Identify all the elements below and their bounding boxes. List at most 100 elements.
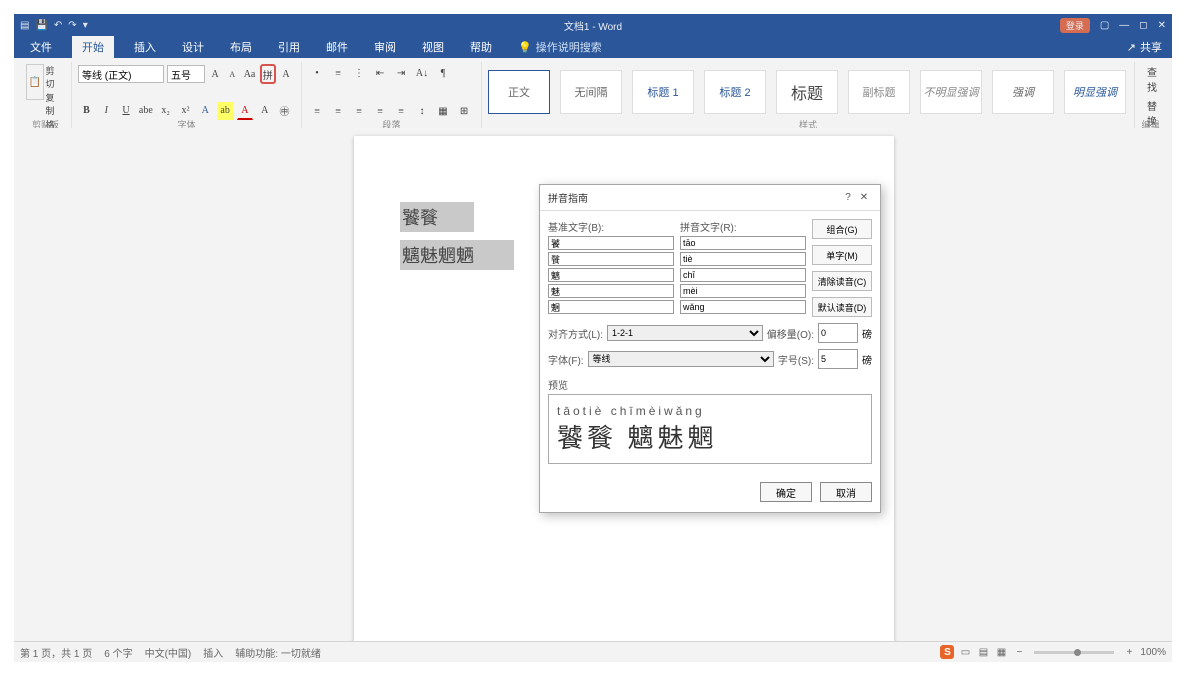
share-button[interactable]: ↗ 共享 xyxy=(1127,39,1162,55)
web-layout-icon[interactable]: ▦ xyxy=(994,645,1008,659)
save-icon[interactable]: 💾 xyxy=(35,20,47,31)
style-title[interactable]: 标题 xyxy=(776,70,838,114)
style-heading1[interactable]: 标题 1 xyxy=(632,70,694,114)
paste-button[interactable]: 📋 xyxy=(26,64,44,100)
tab-references[interactable]: 引用 xyxy=(272,36,306,58)
read-mode-icon[interactable]: ▭ xyxy=(958,645,972,659)
clear-reading-button[interactable]: 清除读音(C) xyxy=(812,271,872,291)
ruby-text-4[interactable] xyxy=(680,300,806,314)
italic-button[interactable]: I xyxy=(98,102,115,120)
tab-review[interactable]: 审阅 xyxy=(368,36,402,58)
increase-indent-button[interactable]: ⇥ xyxy=(392,64,410,82)
style-subtitle[interactable]: 副标题 xyxy=(848,70,910,114)
find-button[interactable]: 查找 xyxy=(1147,64,1158,94)
font-select[interactable]: 等线 xyxy=(588,351,774,367)
style-normal[interactable]: 正文 xyxy=(488,70,550,114)
login-badge[interactable]: 登录 xyxy=(1060,18,1090,33)
close-icon[interactable]: ✕ xyxy=(1158,20,1166,31)
redo-icon[interactable]: ↷ xyxy=(68,20,76,31)
dialog-close-icon[interactable]: ✕ xyxy=(856,192,872,203)
strike-button[interactable]: abe xyxy=(137,102,154,120)
style-heading2[interactable]: 标题 2 xyxy=(704,70,766,114)
zoom-in-icon[interactable]: + xyxy=(1122,645,1136,659)
tab-help[interactable]: 帮助 xyxy=(464,36,498,58)
superscript-button[interactable]: x² xyxy=(177,102,194,120)
decrease-indent-button[interactable]: ⇤ xyxy=(371,64,389,82)
minimize-icon[interactable]: — xyxy=(1119,20,1129,31)
status-language[interactable]: 中文(中国) xyxy=(145,645,192,660)
underline-button[interactable]: U xyxy=(118,102,135,120)
tab-file[interactable]: 文件 xyxy=(24,36,58,58)
align-select[interactable]: 1-2-1 xyxy=(607,325,763,341)
tab-layout[interactable]: 布局 xyxy=(224,36,258,58)
undo-icon[interactable]: ↶ xyxy=(54,20,62,31)
base-text-4[interactable] xyxy=(548,300,674,314)
text-effects-button[interactable]: A xyxy=(197,102,214,120)
font-name-input[interactable] xyxy=(78,65,164,83)
style-nospacing[interactable]: 无间隔 xyxy=(560,70,622,114)
selected-text-1[interactable]: 饕餮 xyxy=(400,202,474,232)
ruby-text-0[interactable] xyxy=(680,236,806,250)
base-text-2[interactable] xyxy=(548,268,674,282)
bold-button[interactable]: B xyxy=(78,102,95,120)
highlight-button[interactable]: ab xyxy=(217,102,234,120)
copy-button[interactable]: 复制 xyxy=(46,91,63,117)
default-reading-button[interactable]: 默认读音(D) xyxy=(812,297,872,317)
grow-font-button[interactable]: A xyxy=(208,65,222,83)
maximize-icon[interactable]: ◻ xyxy=(1139,20,1147,31)
enclose-char-button[interactable]: ㊥ xyxy=(276,102,293,120)
shrink-font-button[interactable]: A xyxy=(225,65,239,83)
style-intense-emphasis[interactable]: 明显强调 xyxy=(1064,70,1126,114)
change-case-button[interactable]: Aa xyxy=(242,65,256,83)
qat-more-icon[interactable]: ▾ xyxy=(83,20,88,31)
status-page[interactable]: 第 1 页，共 1 页 xyxy=(20,645,92,660)
char-border-button[interactable]: A xyxy=(279,65,293,83)
bullets-button[interactable]: • xyxy=(308,64,326,82)
dialog-help-icon[interactable]: ? xyxy=(840,192,856,203)
style-emphasis[interactable]: 强调 xyxy=(992,70,1054,114)
status-accessibility[interactable]: 辅助功能: 一切就绪 xyxy=(235,645,321,660)
size-input[interactable] xyxy=(818,349,858,369)
zoom-slider[interactable] xyxy=(1034,651,1114,654)
tab-mailings[interactable]: 邮件 xyxy=(320,36,354,58)
multilevel-button[interactable]: ⋮ xyxy=(350,64,368,82)
ribbon-options-icon[interactable]: ▢ xyxy=(1100,20,1109,31)
font-size-input[interactable] xyxy=(167,65,205,83)
ok-button[interactable]: 确定 xyxy=(760,482,812,502)
group-styles: 正文 无间隔 标题 1 标题 2 标题 副标题 不明显强调 强调 明显强调 样式 xyxy=(482,62,1135,132)
tell-me[interactable]: 💡 操作说明搜索 xyxy=(518,39,602,55)
lightbulb-icon: 💡 xyxy=(518,41,532,54)
autosave-icon[interactable]: ▤ xyxy=(20,20,29,31)
status-words[interactable]: 6 个字 xyxy=(104,645,132,660)
ruby-text-3[interactable] xyxy=(680,284,806,298)
ruby-text-1[interactable] xyxy=(680,252,806,266)
cancel-button[interactable]: 取消 xyxy=(820,482,872,502)
print-layout-icon[interactable]: ▤ xyxy=(976,645,990,659)
char-shading-button[interactable]: A xyxy=(256,102,273,120)
show-marks-button[interactable]: ¶ xyxy=(434,64,452,82)
combine-button[interactable]: 组合(G) xyxy=(812,219,872,239)
base-text-1[interactable] xyxy=(548,252,674,266)
base-text-0[interactable] xyxy=(548,236,674,250)
status-insert[interactable]: 插入 xyxy=(203,645,223,660)
offset-input[interactable] xyxy=(818,323,858,343)
zoom-level[interactable]: 100% xyxy=(1140,647,1166,658)
mono-button[interactable]: 单字(M) xyxy=(812,245,872,265)
ruby-text-2[interactable] xyxy=(680,268,806,282)
numbering-button[interactable]: ≡ xyxy=(329,64,347,82)
subscript-button[interactable]: x₂ xyxy=(157,102,174,120)
tab-home[interactable]: 开始 xyxy=(72,35,114,59)
document-title: 文档1 - Word xyxy=(564,18,622,33)
ime-icon[interactable]: S xyxy=(940,645,954,659)
dialog-titlebar[interactable]: 拼音指南 ? ✕ xyxy=(540,185,880,211)
selected-text-2[interactable]: 魑魅魍魉 xyxy=(400,240,514,270)
base-text-3[interactable] xyxy=(548,284,674,298)
tab-design[interactable]: 设计 xyxy=(176,36,210,58)
tab-insert[interactable]: 插入 xyxy=(128,36,162,58)
phonetic-guide-button[interactable]: 拼 xyxy=(260,64,276,84)
cut-button[interactable]: 剪切 xyxy=(46,64,63,90)
style-subtle-emphasis[interactable]: 不明显强调 xyxy=(920,70,982,114)
zoom-out-icon[interactable]: − xyxy=(1012,645,1026,659)
tab-view[interactable]: 视图 xyxy=(416,36,450,58)
sort-button[interactable]: A↓ xyxy=(413,64,431,82)
